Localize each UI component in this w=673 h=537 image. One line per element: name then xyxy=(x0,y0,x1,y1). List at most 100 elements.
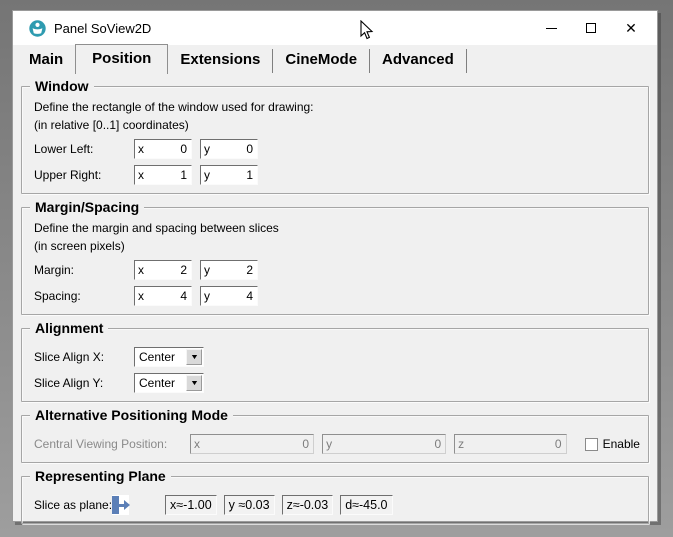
tab-cinemode[interactable]: CineMode xyxy=(273,47,369,74)
field-label: y xyxy=(201,142,210,156)
spacing-label: Spacing: xyxy=(34,289,134,303)
lower-left-y-field[interactable]: y 0 xyxy=(200,139,258,159)
field-value: 0 xyxy=(555,437,566,451)
close-icon: ✕ xyxy=(625,21,637,35)
row-margin: Margin: x 2 y 2 xyxy=(34,260,640,280)
field-label: y xyxy=(201,263,210,277)
spacing-x-field[interactable]: x 4 xyxy=(134,286,192,306)
minimize-button[interactable] xyxy=(531,13,571,43)
margin-y-field[interactable]: y 2 xyxy=(200,260,258,280)
slice-align-x-label: Slice Align X: xyxy=(34,350,134,364)
combo-dropdown-button[interactable]: ▼ xyxy=(186,375,202,391)
field-value: 2 xyxy=(180,263,191,277)
plane-y-field: y ≈0.03 xyxy=(224,495,275,515)
group-alt-positioning: Alternative Positioning Mode Central Vie… xyxy=(21,415,649,463)
enable-checkbox[interactable] xyxy=(585,438,598,451)
row-slice-align-y: Slice Align Y: Center ▼ xyxy=(34,373,640,393)
group-window: Window Define the rectangle of the windo… xyxy=(21,86,649,194)
field-label: y xyxy=(201,168,210,182)
field-value: 0 xyxy=(302,437,313,451)
field-value: 0 xyxy=(180,142,191,156)
plane-output-icon[interactable] xyxy=(112,495,129,515)
plane-icon-arrow-head xyxy=(124,500,130,510)
field-value: 2 xyxy=(246,263,257,277)
row-central-viewing-position: Central Viewing Position: x 0 y 0 z 0 En… xyxy=(34,434,640,454)
field-label: y xyxy=(323,437,332,451)
tab-extensions[interactable]: Extensions xyxy=(168,47,272,74)
group-margin-desc-2: (in screen pixels) xyxy=(34,238,640,254)
tab-separator xyxy=(466,49,467,73)
field-value: 0 xyxy=(434,437,445,451)
tab-position[interactable]: Position xyxy=(75,44,168,74)
row-lower-left: Lower Left: x 0 y 0 xyxy=(34,139,640,159)
group-alignment-title: Alignment xyxy=(30,319,108,337)
field-value: 0 xyxy=(246,142,257,156)
field-label: x xyxy=(135,289,144,303)
enable-checkbox-group: Enable xyxy=(585,437,640,451)
field-value: 4 xyxy=(246,289,257,303)
row-upper-right: Upper Right: x 1 y 1 xyxy=(34,165,640,185)
dialog-window: Panel SoView2D ✕ Main Position Extension… xyxy=(12,10,658,522)
row-spacing: Spacing: x 4 y 4 xyxy=(34,286,640,306)
central-position-x-field: x 0 xyxy=(190,434,314,454)
tab-bar: Main Position Extensions CineMode Advanc… xyxy=(13,45,657,74)
row-slice-as-plane: Slice as plane: x≈-1.00 y ≈0.03 z≈-0.03 … xyxy=(34,495,640,515)
slice-align-y-select[interactable]: Center ▼ xyxy=(134,373,204,393)
slice-align-y-label: Slice Align Y: xyxy=(34,376,134,390)
window-controls: ✕ xyxy=(531,13,651,43)
field-value: 1 xyxy=(180,168,191,182)
field-value: 4 xyxy=(180,289,191,303)
slice-align-x-select[interactable]: Center ▼ xyxy=(134,347,204,367)
title-bar[interactable]: Panel SoView2D ✕ xyxy=(13,11,657,45)
field-label: x xyxy=(135,142,144,156)
maximize-button[interactable] xyxy=(571,13,611,43)
group-window-title: Window xyxy=(30,77,94,95)
group-window-desc-1: Define the rectangle of the window used … xyxy=(34,99,640,115)
window-title: Panel SoView2D xyxy=(54,21,531,36)
combo-dropdown-button[interactable]: ▼ xyxy=(186,349,202,365)
group-margin-spacing: Margin/Spacing Define the margin and spa… xyxy=(21,207,649,315)
lower-left-x-field[interactable]: x 0 xyxy=(134,139,192,159)
central-position-z-field: z 0 xyxy=(454,434,566,454)
chevron-down-icon: ▼ xyxy=(189,354,198,361)
group-margin-desc-1: Define the margin and spacing between sl… xyxy=(34,220,640,236)
plane-d-field: d≈-45.0 xyxy=(340,495,392,515)
plane-icon-bar xyxy=(112,496,119,514)
field-label: z xyxy=(455,437,464,451)
group-margin-title: Margin/Spacing xyxy=(30,198,144,216)
slice-as-plane-label: Slice as plane: xyxy=(34,498,112,512)
field-value: 1 xyxy=(246,168,257,182)
group-representing-plane-title: Representing Plane xyxy=(30,467,171,485)
upper-right-y-field[interactable]: y 1 xyxy=(200,165,258,185)
field-label: x xyxy=(135,263,144,277)
group-alignment: Alignment Slice Align X: Center ▼ Slice … xyxy=(21,328,649,402)
chevron-down-icon: ▼ xyxy=(189,380,198,387)
close-button[interactable]: ✕ xyxy=(611,13,651,43)
plane-z-field: z≈-0.03 xyxy=(282,495,334,515)
plane-x-field: x≈-1.00 xyxy=(165,495,217,515)
combo-value: Center xyxy=(135,376,186,390)
upper-right-label: Upper Right: xyxy=(34,168,134,182)
central-viewing-position-label: Central Viewing Position: xyxy=(34,437,190,451)
lower-left-label: Lower Left: xyxy=(34,142,134,156)
tab-advanced[interactable]: Advanced xyxy=(370,47,466,74)
group-window-desc-2: (in relative [0..1] coordinates) xyxy=(34,117,640,133)
field-label: x xyxy=(191,437,200,451)
tab-content-position: Window Define the rectangle of the windo… xyxy=(13,74,657,524)
tab-main[interactable]: Main xyxy=(17,47,75,74)
row-slice-align-x: Slice Align X: Center ▼ xyxy=(34,347,640,367)
central-position-y-field: y 0 xyxy=(322,434,446,454)
group-representing-plane: Representing Plane Slice as plane: x≈-1.… xyxy=(21,476,649,524)
field-label: x xyxy=(135,168,144,182)
maximize-icon xyxy=(586,23,596,33)
enable-label: Enable xyxy=(603,437,640,451)
combo-value: Center xyxy=(135,350,186,364)
spacing-y-field[interactable]: y 4 xyxy=(200,286,258,306)
field-label: y xyxy=(201,289,210,303)
minimize-icon xyxy=(546,28,557,29)
margin-x-field[interactable]: x 2 xyxy=(134,260,192,280)
upper-right-x-field[interactable]: x 1 xyxy=(134,165,192,185)
margin-label: Margin: xyxy=(34,263,134,277)
group-alt-positioning-title: Alternative Positioning Mode xyxy=(30,406,233,424)
app-logo-icon xyxy=(29,20,46,37)
